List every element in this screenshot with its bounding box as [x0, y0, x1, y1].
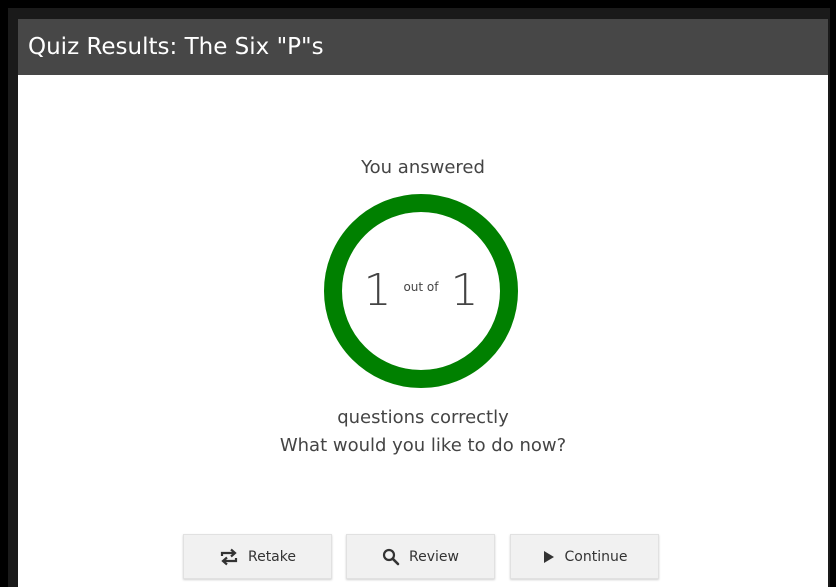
review-button[interactable]: Review: [346, 534, 495, 579]
review-label: Review: [409, 548, 459, 565]
repeat-icon: [219, 548, 239, 566]
continue-button[interactable]: Continue: [510, 534, 659, 579]
total-count: 1: [450, 265, 479, 316]
window-frame: Quiz Results: The Six "P"s You answered …: [8, 8, 830, 587]
title-bar: Quiz Results: The Six "P"s: [18, 19, 828, 75]
play-icon: [542, 550, 556, 564]
continue-label: Continue: [564, 548, 628, 565]
retake-label: Retake: [247, 548, 296, 565]
score-display: 1 out of 1: [324, 194, 518, 388]
next-step-prompt: What would you like to do now?: [279, 435, 567, 456]
out-of-label: out of: [403, 280, 439, 294]
page-title: Quiz Results: The Six "P"s: [28, 34, 324, 60]
retake-button[interactable]: Retake: [183, 534, 332, 579]
quiz-results-panel: Quiz Results: The Six "P"s You answered …: [18, 19, 828, 587]
questions-correctly-label: questions correctly: [337, 407, 509, 428]
answered-label: You answered: [361, 157, 485, 178]
search-icon: [382, 548, 400, 566]
correct-count: 1: [363, 265, 392, 316]
